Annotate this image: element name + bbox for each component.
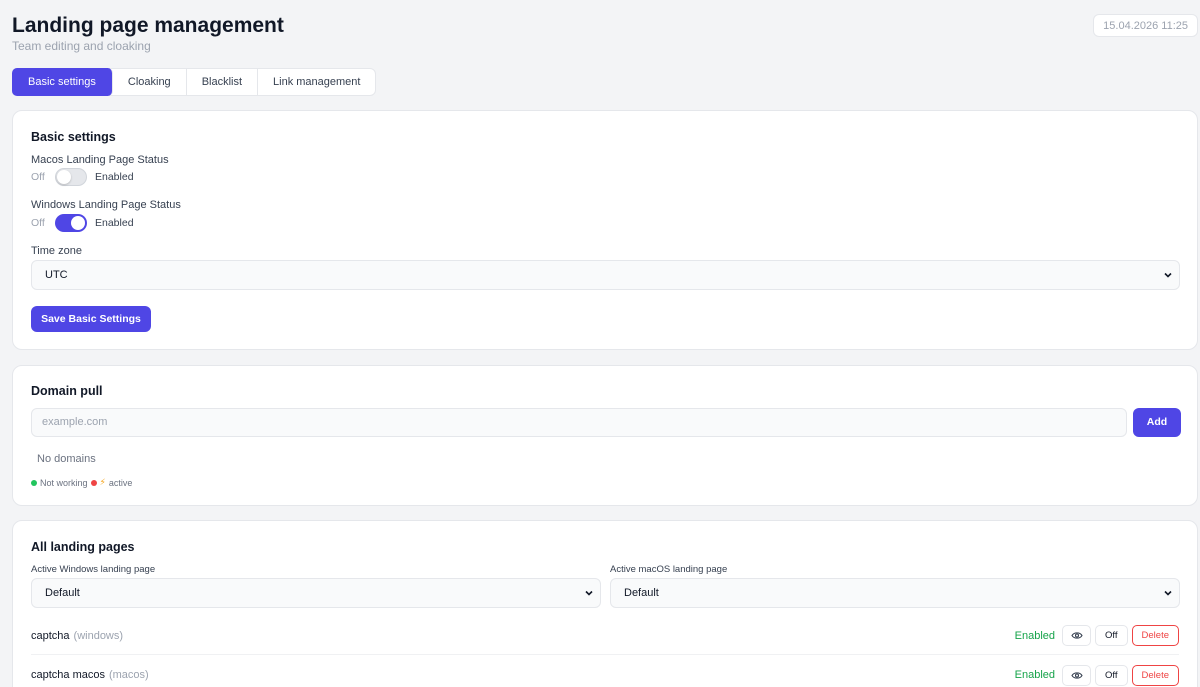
landing-name-text: captcha macos [31,669,105,681]
domain-input-placeholder: example.com [42,416,108,428]
landing-pages-card: All landing pages Active Windows landing… [12,520,1198,687]
timezone-value: UTC [45,269,68,281]
basic-settings-title: Basic settings [31,130,116,144]
windows-landing-select[interactable]: Default [31,578,601,608]
landing-os: (macos) [108,669,149,681]
preview-button[interactable] [1062,664,1092,686]
landing-row: captcha (windows) Enabled Off Delete [31,617,1179,655]
basic-settings-card: Basic settings Macos Landing Page Status… [12,110,1198,350]
windows-landing-select-label: Active Windows landing page [31,564,156,575]
toggle-off-label: Off [31,217,45,229]
landing-row: captcha macos (macos) Enabled Off Delete [31,656,1179,687]
windows-status-toggle-row: Off Enabled [31,214,134,232]
page-header: Landing page management Team editing and… [12,13,284,53]
tab-blacklist[interactable]: Blacklist [187,69,259,95]
no-domains-text: No domains [37,453,96,465]
switch-knob [57,170,71,184]
red-dot-icon [90,479,97,486]
off-button[interactable]: Off [1095,625,1128,646]
toggle-on-label: Enabled [95,171,134,183]
delete-button[interactable]: Delete [1131,625,1179,646]
green-dot-icon [31,479,37,486]
datetime-badge: 15.04.2026 11:25 [1093,14,1198,37]
off-button[interactable]: Off [1095,664,1128,686]
tab-cloaking[interactable]: Cloaking [113,69,187,95]
macos-landing-select-label: Active macOS landing page [610,564,728,575]
macos-landing-value: Default [624,587,659,599]
page-title: Landing page management [12,14,284,37]
tab-link-management[interactable]: Link management [258,69,375,95]
chevron-down-icon [585,590,593,596]
page-subtitle: Team editing and cloaking [12,39,151,53]
landing-actions: Enabled Off Delete [1015,625,1179,646]
landing-os: (windows) [73,629,124,642]
landing-actions: Enabled Off Delete [1014,664,1179,686]
timezone-label: Time zone [31,245,82,257]
windows-status-label: Windows Landing Page Status [31,199,181,211]
legend-active: active [108,477,133,488]
domain-input[interactable]: example.com [31,408,1127,437]
preview-button[interactable] [1062,625,1092,646]
tab-basic-settings[interactable]: Basic settings [12,68,113,96]
domain-pull-title: Domain pull [31,384,103,398]
add-domain-button[interactable]: Add [1133,408,1181,437]
delete-button[interactable]: Delete [1131,664,1179,686]
toggle-on-label: Enabled [95,217,134,229]
chevron-down-icon [1164,272,1172,278]
landing-name-text: captcha [31,629,70,642]
landing-status: Enabled [1014,669,1056,681]
domain-status-legend: Not working ⚡ active [31,477,132,488]
landing-pages-title: All landing pages [31,540,135,554]
macos-landing-select[interactable]: Default [610,578,1180,608]
tab-bar: Basic settings Cloaking Blacklist Link m… [12,68,377,96]
save-basic-settings-button[interactable]: Save Basic Settings [31,306,151,332]
windows-status-switch[interactable] [55,214,87,232]
eye-icon [1070,671,1083,679]
windows-landing-value: Default [45,587,80,599]
landing-name: captcha (windows) [31,630,123,642]
timezone-select[interactable]: UTC [31,260,1180,290]
legend-not-working: Not working [40,477,88,488]
eye-icon [1070,632,1083,639]
chevron-down-icon [1164,590,1172,596]
landing-name: captcha macos (macos) [31,669,149,681]
macos-status-switch[interactable] [55,168,87,186]
macos-status-toggle-row: Off Enabled [31,168,134,186]
toggle-off-label: Off [31,171,45,183]
lightning-icon: ⚡ [99,477,106,487]
macos-status-label: Macos Landing Page Status [31,154,169,166]
switch-knob [71,216,85,230]
domain-pull-card: Domain pull example.com Add No domains N… [12,365,1198,506]
landing-status: Enabled [1014,629,1056,642]
